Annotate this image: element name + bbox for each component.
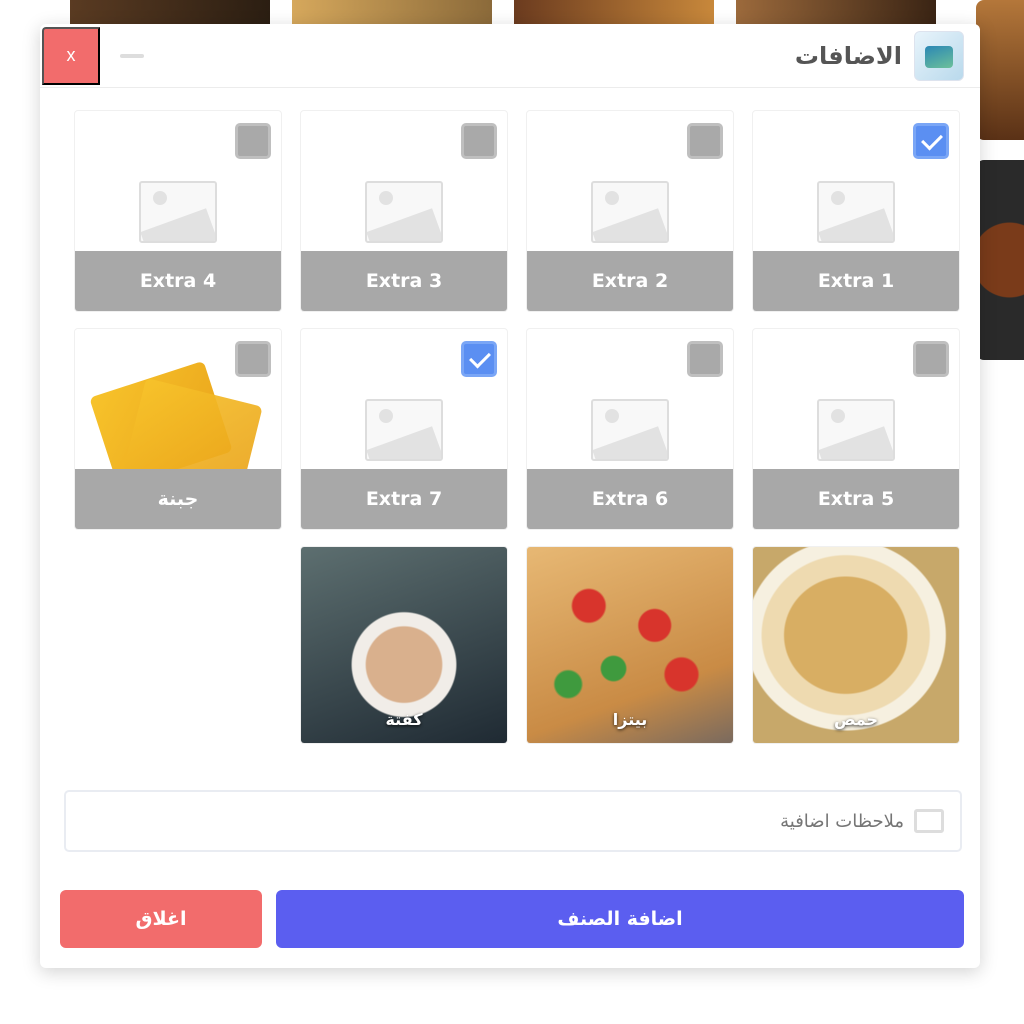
extra-label: كفتة: [385, 709, 423, 729]
background-food-image: [976, 0, 1024, 140]
extra-label: جبنة: [75, 469, 281, 529]
modal-header: x الاضافات: [40, 24, 980, 88]
note-input[interactable]: [604, 810, 904, 832]
note-field[interactable]: [64, 790, 962, 852]
extra-card[interactable]: حمص: [752, 546, 960, 744]
image-placeholder-icon: [365, 399, 443, 461]
app-logo-icon: [914, 30, 964, 81]
extra-label: حمص: [833, 709, 879, 729]
extra-label: Extra 3: [301, 251, 507, 311]
image-placeholder-icon: [139, 181, 217, 243]
extra-label: Extra 6: [527, 469, 733, 529]
checkbox[interactable]: [235, 123, 271, 159]
extra-label: بيتزا: [612, 709, 648, 729]
image-placeholder-icon: [817, 399, 895, 461]
extra-card[interactable]: جبنة: [74, 328, 282, 530]
extra-card[interactable]: Extra 5: [752, 328, 960, 530]
extras-modal: x الاضافات Extra 1 Extra 2 Extra 3 Extra…: [40, 24, 980, 968]
extra-card[interactable]: Extra 4: [74, 110, 282, 312]
image-placeholder-icon: [817, 181, 895, 243]
image-placeholder-icon: [365, 181, 443, 243]
checkbox[interactable]: [235, 341, 271, 377]
checkbox[interactable]: [687, 341, 723, 377]
extra-card[interactable]: كفتة: [300, 546, 508, 744]
close-icon-button[interactable]: x: [42, 26, 100, 85]
checkbox-checked[interactable]: [913, 123, 949, 159]
extra-card[interactable]: بيتزا: [526, 546, 734, 744]
note-icon: [914, 809, 944, 833]
extra-card[interactable]: Extra 6: [526, 328, 734, 530]
extra-card[interactable]: Extra 3: [300, 110, 508, 312]
extras-grid: Extra 1 Extra 2 Extra 3 Extra 4 Extra 5 …: [70, 110, 960, 748]
image-placeholder-icon: [591, 181, 669, 243]
extra-label: Extra 2: [527, 251, 733, 311]
checkbox[interactable]: [461, 123, 497, 159]
close-button[interactable]: اغلاق: [60, 890, 262, 948]
empty-slot: [74, 546, 282, 748]
checkbox[interactable]: [913, 341, 949, 377]
modal-title: الاضافات: [794, 41, 902, 70]
extra-label: Extra 7: [301, 469, 507, 529]
add-item-button[interactable]: اضافة الصنف: [276, 890, 964, 948]
extra-label: Extra 5: [753, 469, 959, 529]
minimize-icon[interactable]: [120, 53, 144, 58]
extra-card[interactable]: Extra 7: [300, 328, 508, 530]
checkbox-checked[interactable]: [461, 341, 497, 377]
image-placeholder-icon: [591, 399, 669, 461]
checkbox[interactable]: [687, 123, 723, 159]
extra-label: Extra 4: [75, 251, 281, 311]
extra-card[interactable]: Extra 1: [752, 110, 960, 312]
background-food-image: [976, 160, 1024, 360]
extra-card[interactable]: Extra 2: [526, 110, 734, 312]
extra-label: Extra 1: [753, 251, 959, 311]
